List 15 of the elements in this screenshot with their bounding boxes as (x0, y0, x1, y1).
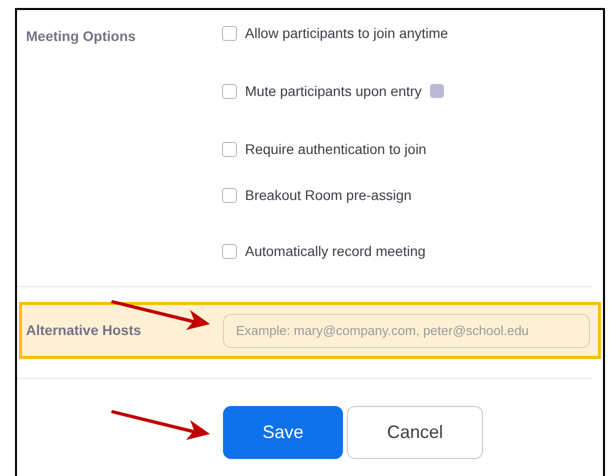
option-label: Require authentication to join (245, 140, 426, 159)
checkbox[interactable] (222, 188, 237, 202)
field-label: Alternative Hosts (26, 321, 142, 340)
checkbox[interactable] (222, 142, 237, 156)
checkbox[interactable] (222, 26, 237, 40)
option-label: Allow participants to join anytime (245, 24, 448, 43)
option-label: Automatically record meeting (245, 242, 426, 261)
input-field[interactable]: Example: mary@company.com, peter@school.edu (223, 314, 590, 348)
checkbox[interactable] (222, 244, 237, 258)
section-label: Meeting Options (26, 27, 137, 46)
cancel-button[interactable]: Cancel (347, 406, 483, 459)
checkbox[interactable] (222, 84, 237, 98)
option-label: Mute participants upon entry (245, 82, 422, 101)
option-label: Breakout Room pre-assign (245, 186, 412, 205)
save-button[interactable]: Save (223, 406, 343, 459)
